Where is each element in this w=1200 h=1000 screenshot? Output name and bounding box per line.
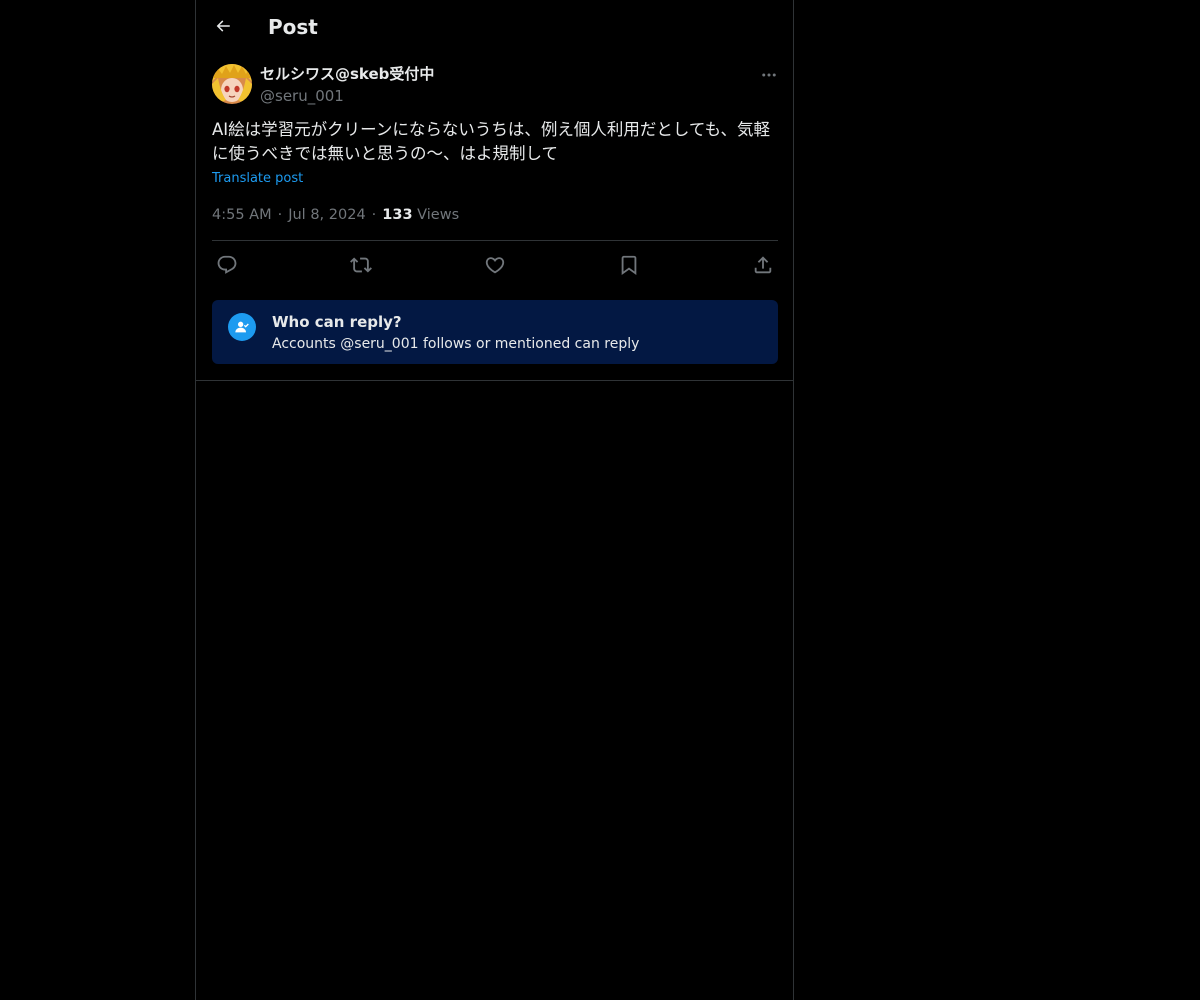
divider: [212, 240, 778, 241]
separator-dot: ·: [371, 207, 377, 223]
share-button[interactable]: [748, 252, 778, 278]
post-actions: [212, 252, 778, 278]
back-button[interactable]: [209, 12, 237, 40]
views-count: 133: [382, 207, 413, 223]
translate-post-link[interactable]: Translate post: [212, 170, 303, 188]
author-display-name[interactable]: セルシワス@skeb受付中: [260, 64, 434, 84]
repost-icon: [350, 257, 372, 273]
post-text: AI絵は学習元がクリーンにならないうちは、例え個人利用だとしても、気軽に使うべき…: [212, 120, 771, 163]
views-label: Views: [417, 207, 460, 223]
ellipsis-icon: [762, 73, 776, 77]
repost-button[interactable]: [346, 252, 376, 278]
post-meta: 4:55 AM · Jul 8, 2024 · 133 Views: [212, 205, 459, 225]
post-time[interactable]: 4:55 AM: [212, 207, 272, 223]
who-can-reply-banner: Who can reply? Accounts @seru_001 follow…: [212, 300, 778, 364]
bookmark-icon: [621, 255, 637, 276]
heart-icon: [485, 257, 505, 274]
main-column: Post セルシワス@skeb受付中 @seru_001 AI絵は学習元がクリー…: [195, 0, 794, 1000]
page-header: Post: [196, 0, 793, 53]
who-can-reply-title: Who can reply?: [272, 313, 402, 331]
divider: [196, 380, 793, 381]
avatar[interactable]: [212, 64, 252, 104]
more-options-button[interactable]: [757, 64, 781, 86]
person-check-icon: [228, 313, 256, 341]
separator-dot: ·: [277, 207, 283, 223]
author-handle[interactable]: @seru_001: [260, 86, 344, 106]
page-title: Post: [268, 15, 318, 39]
reply-icon: [217, 255, 237, 274]
arrow-left-icon: [216, 20, 230, 32]
post-date[interactable]: Jul 8, 2024: [288, 207, 365, 223]
like-button[interactable]: [480, 252, 510, 278]
who-can-reply-subtitle: Accounts @seru_001 follows or mentioned …: [272, 336, 640, 352]
share-icon: [754, 256, 772, 274]
bookmark-button[interactable]: [614, 252, 644, 278]
avatar-image: [212, 64, 252, 104]
reply-button[interactable]: [212, 252, 242, 278]
